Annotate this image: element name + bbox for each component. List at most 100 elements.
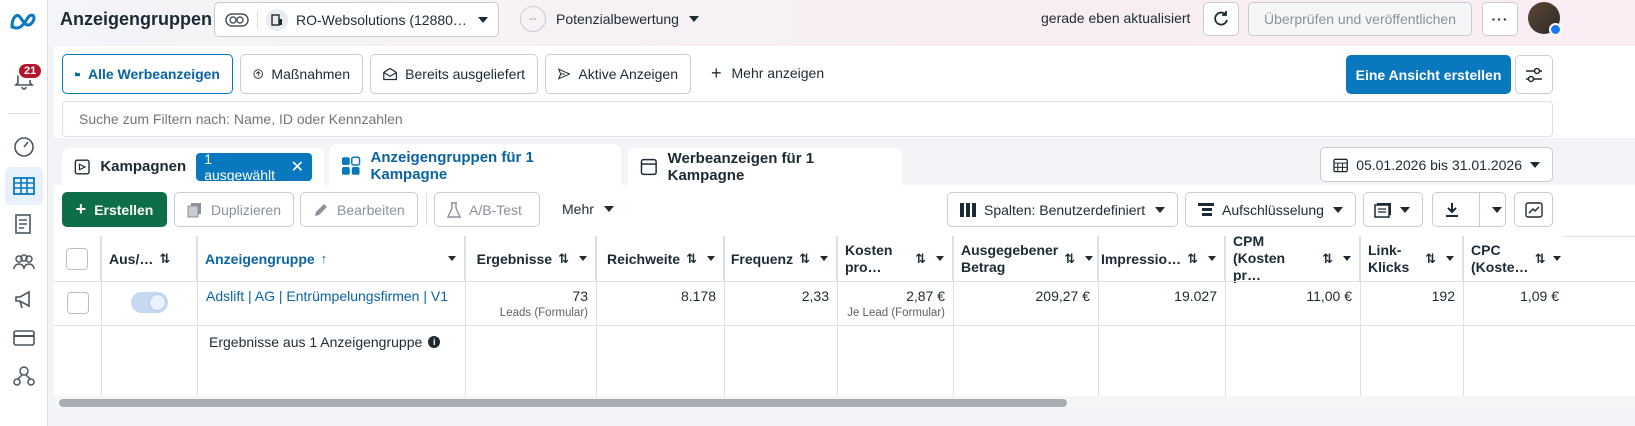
more-options-button[interactable]: ···: [1482, 2, 1518, 36]
facebook-badge-icon: [1549, 23, 1562, 36]
reports-dropdown[interactable]: [1363, 192, 1423, 227]
column-header-cost-per-result[interactable]: Kosten pro… ⇅: [837, 236, 953, 281]
breakdown-selector[interactable]: Aufschlüsselung: [1185, 192, 1356, 227]
sliders-icon: [1526, 67, 1542, 82]
potential-rating-selector[interactable]: -- Potenzialbewertung: [520, 6, 699, 32]
horizontal-scrollbar[interactable]: [54, 396, 1635, 410]
chevron-down-icon[interactable]: [448, 256, 456, 261]
create-button[interactable]: + Erstellen: [62, 192, 167, 227]
row-checkbox[interactable]: [67, 292, 89, 314]
column-header-frequency[interactable]: Frequenz ⇅: [724, 236, 837, 281]
charts-button[interactable]: [1514, 192, 1553, 227]
chevron-down-icon[interactable]: [707, 256, 715, 261]
more-actions-dropdown[interactable]: Mehr: [562, 201, 614, 217]
sort-icon[interactable]: ⇅: [799, 251, 810, 267]
columns-selector[interactable]: Spalten: Benutzerdefiniert: [947, 192, 1178, 227]
select-all-checkbox[interactable]: [66, 247, 88, 270]
refresh-button[interactable]: [1203, 2, 1239, 36]
chevron-down-icon[interactable]: [1343, 256, 1351, 261]
column-header-cpc[interactable]: CPC (Koste… ⇅: [1463, 236, 1563, 281]
chevron-down-icon: [1155, 206, 1165, 213]
chevron-down-icon[interactable]: [1491, 206, 1502, 213]
chevron-down-icon[interactable]: [1446, 256, 1454, 261]
sort-icon[interactable]: ⇅: [558, 251, 569, 267]
search-input[interactable]: [62, 101, 1553, 137]
ad-account-icon: [266, 8, 288, 31]
column-header-adset-name[interactable]: Anzeigengruppe ↑: [197, 236, 465, 281]
sort-icon[interactable]: ⇅: [1064, 251, 1075, 267]
chevron-down-icon[interactable]: [1085, 256, 1094, 261]
show-more-views-link[interactable]: + Mehr anzeigen: [711, 64, 824, 82]
sort-icon[interactable]: ⇅: [686, 251, 697, 267]
cpc-value: 1,09 €: [1520, 288, 1559, 304]
scrollbar-thumb[interactable]: [59, 399, 1067, 407]
chevron-down-icon[interactable]: [1208, 256, 1216, 261]
events-manager-icon[interactable]: [5, 357, 43, 395]
chevron-down-icon[interactable]: [579, 256, 587, 261]
tab-ads[interactable]: Werbeanzeigen für 1 Kampagne: [628, 148, 902, 185]
export-split-button[interactable]: [1432, 192, 1506, 227]
chevron-down-icon: [1333, 206, 1343, 213]
account-name: RO-Websolutions (12880…: [296, 11, 467, 28]
adset-toggle[interactable]: [131, 292, 168, 313]
page-title: Anzeigengruppen: [60, 9, 212, 29]
billing-card-icon[interactable]: [5, 319, 43, 357]
toggle-knob: [149, 294, 166, 311]
column-header-cpm[interactable]: CPM (Kosten pr… ⇅: [1225, 233, 1360, 283]
potential-rating-label: Potenzialbewertung: [556, 11, 679, 27]
duplicate-button[interactable]: Duplizieren: [174, 192, 294, 227]
rating-placeholder-icon: --: [520, 6, 546, 32]
dashboard-gauge-icon[interactable]: [5, 127, 43, 165]
close-icon[interactable]: ✕: [291, 157, 304, 177]
avatar[interactable]: [1528, 2, 1562, 36]
cost-per-result-type: Je Lead (Formular): [847, 307, 945, 319]
sort-icon[interactable]: ⇅: [915, 251, 926, 267]
sort-icon[interactable]: ⇅: [1187, 251, 1198, 267]
tab-campaigns[interactable]: Kampagnen 1 ausgewählt ✕: [62, 148, 324, 185]
header-label-line1: Link-: [1368, 241, 1402, 258]
audiences-people-icon[interactable]: [5, 243, 43, 281]
sort-icon[interactable]: ⇅: [159, 251, 170, 267]
create-view-button[interactable]: Eine Ansicht erstellen: [1346, 55, 1511, 94]
view-label: Alle Werbeanzeigen: [87, 66, 220, 82]
view-active-ads-button[interactable]: Aktive Anzeigen: [545, 54, 691, 94]
ads-manager-table-icon[interactable]: [5, 167, 43, 205]
selected-count-chip[interactable]: 1 ausgewählt ✕: [196, 151, 312, 183]
tab-adsets[interactable]: Anzeigengruppen für 1 Kampagne: [329, 144, 621, 188]
amount-spent-value: 209,27 €: [1035, 288, 1091, 304]
header-label-line1: Kosten: [845, 241, 893, 258]
reports-pages-icon[interactable]: [5, 205, 43, 243]
meta-logo-icon[interactable]: [5, 2, 43, 40]
view-actions-button[interactable]: Maßnahmen: [240, 54, 363, 94]
sort-icon[interactable]: ⇅: [1535, 251, 1546, 267]
chevron-down-icon[interactable]: [936, 256, 944, 261]
envelope-open-icon: [383, 67, 397, 81]
column-header-results[interactable]: Ergebnisse ⇅: [465, 236, 596, 281]
chevron-down-icon[interactable]: [820, 256, 828, 261]
column-header-status[interactable]: Aus/… ⇅: [101, 236, 197, 281]
megaphone-icon[interactable]: [5, 281, 43, 319]
column-header-reach[interactable]: Reichweite ⇅: [596, 236, 724, 281]
adset-name-link[interactable]: Adslift | AG | Entrümpelungsfirmen | V1: [206, 288, 448, 304]
edit-button[interactable]: Bearbeiten: [300, 192, 418, 227]
view-delivered-button[interactable]: Bereits ausgeliefert: [370, 54, 538, 94]
download-icon[interactable]: [1433, 202, 1471, 218]
review-publish-button[interactable]: Überprüfen und veröffentlichen: [1248, 2, 1472, 36]
account-selector[interactable]: RO-Websolutions (12880…: [214, 2, 499, 37]
column-header-link-clicks[interactable]: Link- Klicks ⇅: [1360, 236, 1463, 281]
column-header-impressions[interactable]: Impressio… ⇅: [1098, 236, 1225, 281]
info-icon[interactable]: i: [428, 336, 441, 348]
chevron-down-icon[interactable]: [1553, 256, 1562, 261]
sort-icon[interactable]: ⇅: [1322, 251, 1333, 267]
results-type: Leads (Formular): [499, 307, 588, 319]
column-header-amount-spent[interactable]: Ausgegebener Betrag ⇅: [953, 236, 1098, 281]
ab-test-button[interactable]: A/B-Test: [434, 192, 540, 227]
sort-ascending-icon[interactable]: ↑: [321, 251, 328, 266]
chevron-down-icon: [688, 16, 699, 22]
sort-icon[interactable]: ⇅: [1425, 251, 1436, 267]
view-all-ads-button[interactable]: Alle Werbeanzeigen: [62, 54, 233, 94]
ab-test-label: A/B-Test: [469, 201, 522, 218]
header-label-line1: CPC: [1471, 241, 1501, 258]
view-settings-button[interactable]: [1515, 55, 1553, 94]
date-range-picker[interactable]: 05.01.2026 bis 31.01.2026: [1320, 147, 1553, 182]
